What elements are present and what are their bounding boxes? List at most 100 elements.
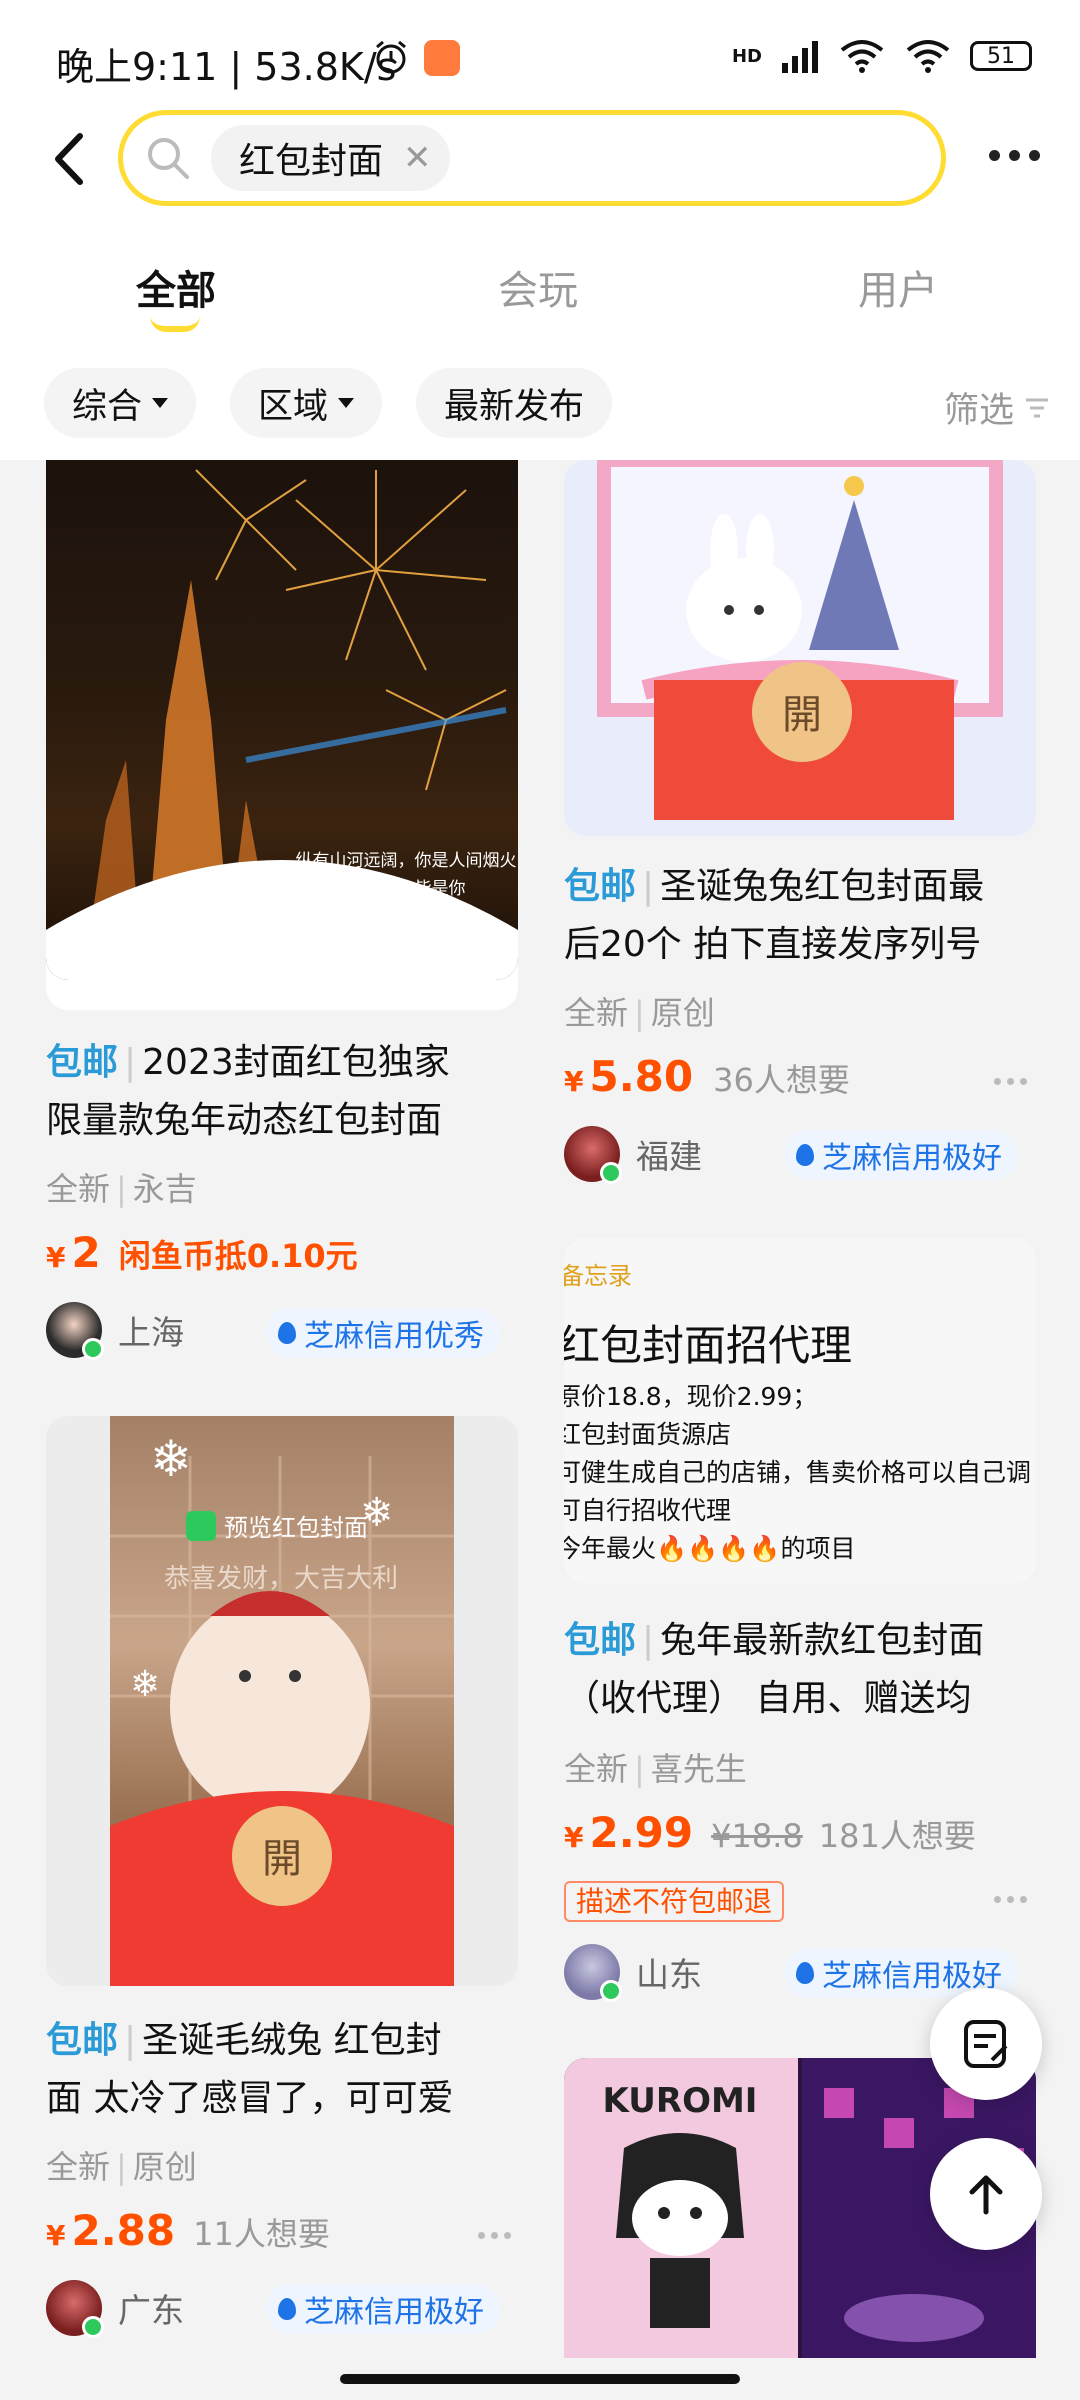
svg-text:❄: ❄ (130, 1664, 160, 1705)
memo-line: 可自行招收代理 (564, 1496, 732, 1525)
latest-filter[interactable]: 最新发布 (416, 368, 613, 438)
dot (1029, 150, 1040, 161)
open-label: 開 (262, 1836, 302, 1882)
blessing-text: 恭喜发财，大吉大利 (164, 1564, 399, 1594)
item-title[interactable]: 包邮 | 圣诞兔兔红包封面最 后20个 拍下直接发序列号 (564, 858, 1036, 974)
result-tabs: 全部 会玩 用户 (0, 220, 1080, 350)
search-box[interactable]: 红包封面 ✕ (118, 110, 946, 206)
refund-tag-label: 描述不符包邮退 (564, 1881, 785, 1922)
product-image[interactable]: 备忘录 红包封面招代理 原价18.8，现价2.99； 红包封面货源店 可健生成自… (564, 1238, 1036, 1584)
more-options-button[interactable] (989, 150, 1040, 161)
caret-down-icon (152, 398, 169, 408)
original-price: ¥18.8 (711, 1817, 803, 1855)
back-button[interactable] (40, 124, 100, 194)
preview-label: 预览红包封面 (224, 1514, 368, 1542)
dot (989, 150, 1000, 161)
credit-badge: 芝麻信用极好 (784, 1130, 1018, 1180)
latest-label: 最新发布 (444, 386, 585, 427)
want-count: 181人想要 (818, 1817, 976, 1855)
online-dot (82, 1338, 104, 1360)
image-caption-2: 往后余生皆是你 (347, 879, 466, 899)
product-image[interactable]: 開 (564, 460, 1036, 836)
price-symbol: ¥ (46, 2219, 66, 2252)
item-more-icon[interactable] (994, 1078, 1027, 1085)
seller-city: 广东 (118, 2291, 184, 2330)
free-shipping-badge: 包邮 (46, 2020, 119, 2061)
seller-row[interactable]: 福建 (564, 1126, 702, 1184)
price-value: 5.80 (589, 1052, 694, 1101)
caret-down-icon (338, 398, 355, 408)
item-attr: 原创 (132, 2148, 197, 2186)
dot (1009, 150, 1020, 161)
active-tab-indicator (150, 316, 200, 332)
item-more-icon[interactable] (994, 1896, 1027, 1903)
seller-row[interactable]: 广东 (46, 2280, 184, 2338)
free-shipping-badge: 包邮 (564, 1620, 637, 1661)
credit-label: 芝麻信用优秀 (304, 1319, 484, 1354)
item-meta: 全新 | 喜先生 (564, 1750, 747, 1788)
clear-query-icon[interactable]: ✕ (403, 138, 432, 178)
svg-text:❄: ❄ (150, 1430, 192, 1488)
region-label: 区域 (258, 386, 329, 427)
open-label: 開 (782, 692, 822, 738)
memo-title: 红包封面招代理 (564, 1321, 853, 1370)
avatar (564, 1126, 622, 1184)
credit-badge: 芝麻信用优秀 (266, 1308, 500, 1358)
item-title-line2: 面 太冷了感冒了，可可爱 (46, 2078, 454, 2119)
item-title-line2: （收代理） 自用、赠送均 (564, 1678, 972, 1719)
screen-filter-button[interactable]: 筛选 (944, 382, 1050, 433)
condition-label: 全新 (564, 1750, 629, 1788)
sort-label: 综合 (72, 386, 143, 427)
online-dot (600, 1162, 622, 1184)
memo-tag: 备忘录 (564, 1262, 632, 1290)
product-image[interactable]: ❄ ❄ ❄ 開 预览红包封面 恭喜发财，大吉大利 (46, 1416, 518, 1986)
price-row: ¥ 2.88 11人想要 (46, 2206, 330, 2255)
memo-line: 原价18.8，现价2.99； (564, 1382, 818, 1411)
search-query-chip[interactable]: 红包封面 ✕ (211, 125, 450, 191)
seller-row[interactable]: 上海 (46, 1302, 184, 1360)
brand-text: KUROMI (603, 2081, 758, 2121)
tab-play[interactable]: 会玩 (498, 258, 578, 316)
sesame-credit-icon (796, 1962, 814, 1984)
avatar (46, 2280, 104, 2338)
item-attr: 永吉 (132, 1170, 197, 1208)
item-meta: 全新 | 原创 (46, 2148, 197, 2186)
item-title-line2: 限量款兔年动态红包封面 (46, 1100, 443, 1141)
condition-label: 全新 (46, 1170, 111, 1208)
search-header: 红包封面 ✕ (0, 100, 1080, 220)
item-title[interactable]: 包邮 | 2023封面红包独家 限量款兔年动态红包封面 (46, 1034, 518, 1150)
price-row: ¥ 2 闲鱼币抵0.10元 (46, 1228, 358, 1277)
free-shipping-badge: 包邮 (46, 1042, 119, 1083)
coin-discount: 闲鱼币抵0.10元 (118, 1237, 358, 1275)
sesame-credit-icon (278, 1322, 296, 1344)
signal-icon (782, 41, 818, 73)
seller-row[interactable]: 山东 (564, 1944, 702, 2002)
price-symbol: ¥ (46, 1241, 66, 1274)
item-more-icon[interactable] (478, 2232, 511, 2239)
back-to-top-button[interactable] (930, 2138, 1042, 2250)
tab-all[interactable]: 全部 (136, 258, 216, 316)
price-value: 2.88 (71, 2206, 176, 2255)
region-dropdown[interactable]: 区域 (230, 368, 383, 438)
tab-users[interactable]: 用户 (858, 258, 938, 316)
alarm-icon (372, 38, 410, 76)
envelope-cover: ❄ ❄ ❄ 開 (110, 1416, 454, 1986)
sesame-credit-icon (278, 2298, 296, 2320)
price-symbol: ¥ (564, 1821, 584, 1854)
filter-bar: 综合 区域 最新发布 筛选 (0, 350, 1080, 460)
item-title[interactable]: 包邮 | 圣诞毛绒兔 红包封 面 太冷了感冒了，可可爱 (46, 2012, 518, 2128)
wifi-icon (840, 40, 884, 73)
sort-dropdown[interactable]: 综合 (44, 368, 197, 438)
item-card[interactable]: 纵有山河远阔，你是人间烟火 往后余生皆是你 (46, 460, 518, 1010)
refund-tag: 描述不符包邮退 (564, 1880, 785, 1922)
app-notification-icon (424, 40, 460, 76)
product-image[interactable]: 纵有山河远阔，你是人间烟火 往后余生皆是你 (46, 460, 518, 980)
home-indicator[interactable] (340, 2374, 740, 2384)
publish-button[interactable] (930, 1988, 1042, 2100)
image-caption-1: 纵有山河远阔，你是人间烟火 (296, 851, 517, 871)
filter-icon (1026, 398, 1048, 417)
seller-city: 山东 (636, 1955, 702, 1994)
item-title[interactable]: 包邮 | 兔年最新款红包封面 （收代理） 自用、赠送均 (564, 1612, 1036, 1728)
wechat-icon (186, 1510, 216, 1541)
online-dot (82, 2316, 104, 2338)
